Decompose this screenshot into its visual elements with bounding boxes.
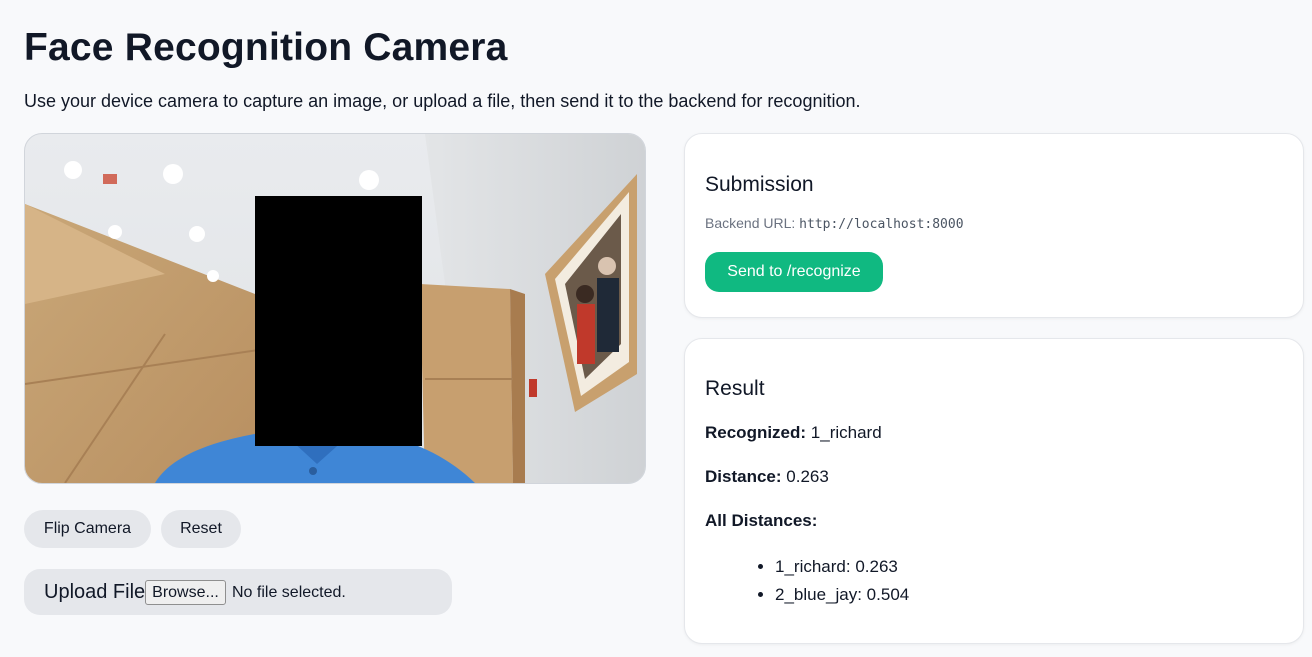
recognized-label: Recognized:	[705, 423, 807, 442]
distance-value: 0.263	[786, 467, 829, 486]
result-card: Result Recognized: 1_richard Distance: 0…	[684, 338, 1304, 644]
backend-url-value: http://localhost:8000	[799, 217, 964, 232]
flip-camera-button[interactable]: Flip Camera	[24, 510, 151, 548]
result-title: Result	[705, 377, 765, 400]
page-title: Face Recognition Camera	[24, 26, 508, 69]
camera-scene-image	[25, 134, 645, 483]
browse-button[interactable]: Browse...	[145, 580, 226, 605]
list-item: 1_richard: 0.263	[775, 553, 909, 581]
recognized-value: 1_richard	[810, 423, 882, 442]
distance-label: Distance:	[705, 467, 782, 486]
submission-title: Submission	[705, 173, 814, 196]
all-distances-heading: All Distances:	[705, 511, 818, 530]
submission-card: Submission Backend URL: http://localhost…	[684, 133, 1304, 318]
camera-preview	[24, 133, 646, 484]
page-subtitle: Use your device camera to capture an ima…	[24, 91, 861, 111]
upload-file-control: Upload File Browse... No file selected.	[24, 569, 452, 615]
distance-line: Distance: 0.263	[705, 466, 829, 488]
backend-url-label: Backend URL:	[705, 215, 796, 231]
all-distances-label: All Distances:	[705, 510, 817, 532]
upload-file-label: Upload File	[44, 581, 146, 603]
list-item: 2_blue_jay: 0.504	[775, 581, 909, 609]
all-distances-list: 1_richard: 0.263 2_blue_jay: 0.504	[755, 553, 909, 609]
reset-button[interactable]: Reset	[161, 510, 241, 548]
file-status-text: No file selected.	[232, 584, 346, 601]
send-to-recognize-button[interactable]: Send to /recognize	[705, 252, 883, 292]
backend-url-line: Backend URL: http://localhost:8000	[705, 214, 964, 234]
recognized-line: Recognized: 1_richard	[705, 422, 882, 444]
